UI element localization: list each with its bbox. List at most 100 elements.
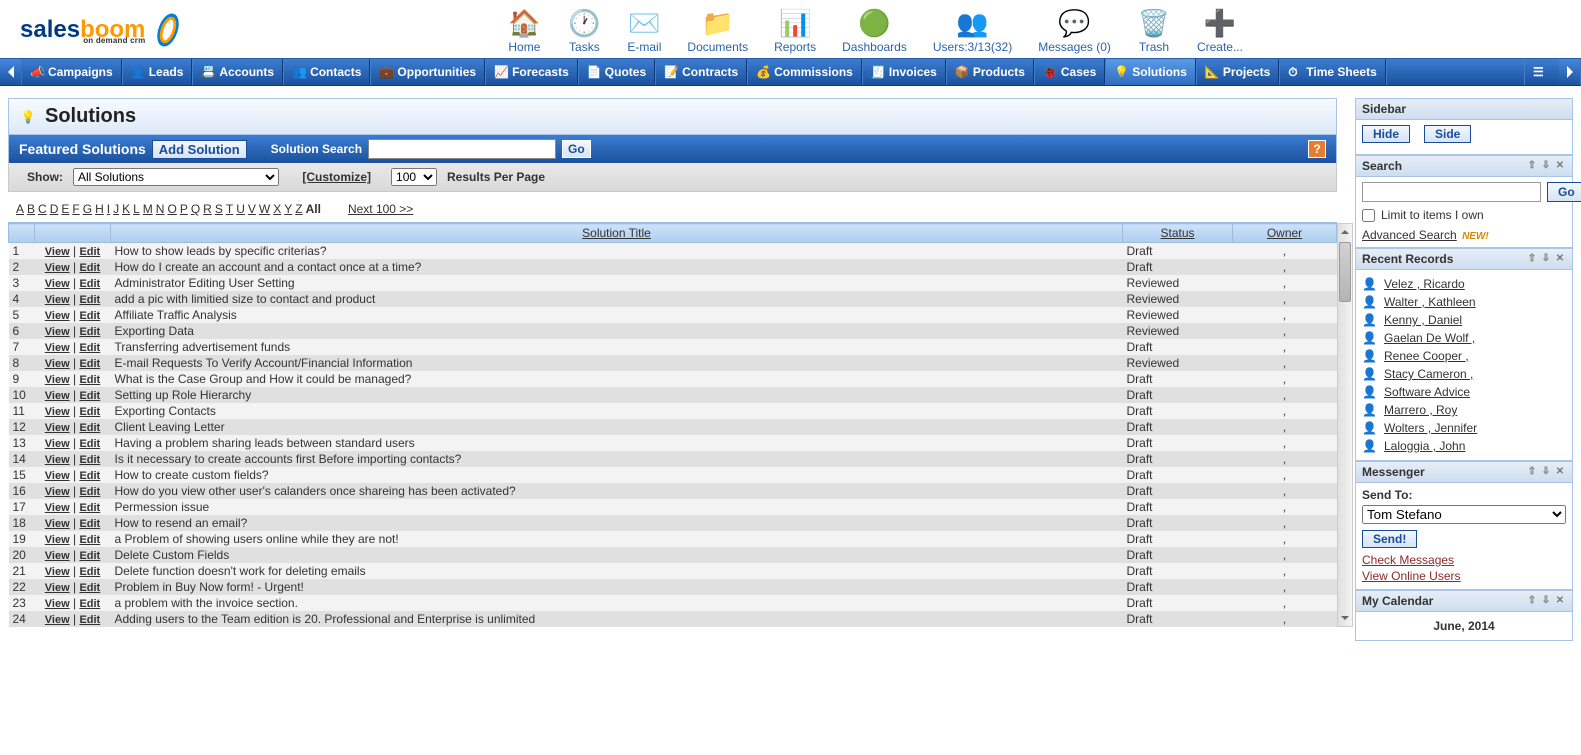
alpha-o[interactable]: O xyxy=(167,202,176,216)
alpha-all[interactable]: All xyxy=(306,202,321,216)
close-icon[interactable]: ✕ xyxy=(1554,466,1566,478)
nav-item-commissions[interactable]: 💰Commissions xyxy=(747,59,862,85)
recent-record-item[interactable]: 👤Velez , Ricardo xyxy=(1362,275,1566,293)
next-100-link[interactable]: Next 100 >> xyxy=(348,202,413,216)
top-icon-dashboards[interactable]: 🟢Dashboards xyxy=(842,6,907,54)
top-icon-create-[interactable]: ➕Create... xyxy=(1197,6,1243,54)
row-title[interactable]: add a pic with limitied size to contact … xyxy=(111,291,1123,307)
view-link[interactable]: View xyxy=(45,278,70,290)
alpha-t[interactable]: T xyxy=(226,202,233,216)
row-title[interactable]: Administrator Editing User Setting xyxy=(111,275,1123,291)
recent-record-item[interactable]: 👤Kenny , Daniel xyxy=(1362,311,1566,329)
view-link[interactable]: View xyxy=(45,374,70,386)
view-link[interactable]: View xyxy=(45,422,70,434)
view-link[interactable]: View xyxy=(45,326,70,338)
close-icon[interactable]: ✕ xyxy=(1554,595,1566,607)
view-link[interactable]: View xyxy=(45,342,70,354)
alpha-w[interactable]: W xyxy=(259,202,270,216)
nav-item-solutions[interactable]: 💡Solutions xyxy=(1105,59,1196,85)
view-link[interactable]: View xyxy=(45,358,70,370)
edit-link[interactable]: Edit xyxy=(79,566,100,578)
edit-link[interactable]: Edit xyxy=(79,614,100,626)
top-icon-messages-[interactable]: 💬Messages (0) xyxy=(1038,6,1111,54)
alpha-i[interactable]: I xyxy=(107,202,110,216)
send-button[interactable]: Send! xyxy=(1362,530,1417,548)
alpha-n[interactable]: N xyxy=(156,202,165,216)
customize-link[interactable]: [Customize] xyxy=(302,170,371,184)
scroll-thumb[interactable] xyxy=(1339,242,1351,302)
limit-own-checkbox[interactable] xyxy=(1362,209,1375,222)
edit-link[interactable]: Edit xyxy=(79,422,100,434)
view-link[interactable]: View xyxy=(45,262,70,274)
nav-item-campaigns[interactable]: 📣Campaigns xyxy=(22,59,122,85)
row-title[interactable]: How to show leads by specific criterias? xyxy=(111,243,1123,260)
nav-item-opportunities[interactable]: 💼Opportunities xyxy=(370,59,485,85)
edit-link[interactable]: Edit xyxy=(79,278,100,290)
edit-link[interactable]: Edit xyxy=(79,310,100,322)
view-link[interactable]: View xyxy=(45,518,70,530)
recent-record-item[interactable]: 👤Wolters , Jennifer xyxy=(1362,419,1566,437)
recent-record-item[interactable]: 👤Walter , Kathleen xyxy=(1362,293,1566,311)
nav-item-forecasts[interactable]: 📈Forecasts xyxy=(485,59,578,85)
edit-link[interactable]: Edit xyxy=(79,486,100,498)
logo[interactable]: salesboom on demand crm xyxy=(20,11,187,49)
scroll-down-icon[interactable] xyxy=(1338,610,1352,626)
sidebar-search-input[interactable] xyxy=(1362,182,1541,202)
hide-sidebar-button[interactable]: Hide xyxy=(1362,125,1410,143)
nav-more[interactable]: ☰ xyxy=(1524,59,1559,85)
nav-item-products[interactable]: 📦Products xyxy=(946,59,1034,85)
edit-link[interactable]: Edit xyxy=(79,438,100,450)
top-icon-trash[interactable]: 🗑️Trash xyxy=(1137,6,1171,54)
nav-item-invoices[interactable]: 🧾Invoices xyxy=(862,59,946,85)
expand-icon[interactable]: ⇩ xyxy=(1540,466,1552,478)
view-link[interactable]: View xyxy=(45,566,70,578)
top-icon-home[interactable]: 🏠Home xyxy=(507,6,541,54)
solution-search-go-button[interactable]: Go xyxy=(562,140,591,158)
edit-link[interactable]: Edit xyxy=(79,534,100,546)
edit-link[interactable]: Edit xyxy=(79,518,100,530)
collapse-icon[interactable]: ⇧ xyxy=(1526,160,1538,172)
top-icon-documents[interactable]: 📁Documents xyxy=(687,6,748,54)
alpha-p[interactable]: P xyxy=(180,202,188,216)
row-title[interactable]: How to create custom fields? xyxy=(111,467,1123,483)
recent-record-link[interactable]: Gaelan De Wolf , xyxy=(1384,331,1475,345)
row-title[interactable]: a Problem of showing users online while … xyxy=(111,531,1123,547)
view-link[interactable]: View xyxy=(45,310,70,322)
top-icon-tasks[interactable]: 🕐Tasks xyxy=(567,6,601,54)
solution-search-input[interactable] xyxy=(368,139,556,159)
row-title[interactable]: What is the Case Group and How it could … xyxy=(111,371,1123,387)
send-to-select[interactable]: Tom Stefano xyxy=(1362,505,1566,524)
alpha-g[interactable]: G xyxy=(83,202,92,216)
top-icon-e-mail[interactable]: ✉️E-mail xyxy=(627,6,661,54)
recent-record-item[interactable]: 👤Software Advice xyxy=(1362,383,1566,401)
scroll-up-icon[interactable] xyxy=(1338,224,1352,240)
edit-link[interactable]: Edit xyxy=(79,406,100,418)
row-title[interactable]: Setting up Role Hierarchy xyxy=(111,387,1123,403)
alpha-a[interactable]: A xyxy=(16,202,24,216)
recent-record-link[interactable]: Marrero , Roy xyxy=(1384,403,1457,417)
row-title[interactable]: Adding users to the Team edition is 20. … xyxy=(111,611,1123,627)
edit-link[interactable]: Edit xyxy=(79,550,100,562)
row-title[interactable]: E-mail Requests To Verify Account/Financ… xyxy=(111,355,1123,371)
recent-record-link[interactable]: Laloggia , John xyxy=(1384,439,1465,453)
results-per-page-select[interactable]: 100 xyxy=(391,168,437,186)
side-button[interactable]: Side xyxy=(1424,125,1471,143)
collapse-icon[interactable]: ⇧ xyxy=(1526,253,1538,265)
col-header-owner[interactable]: Owner xyxy=(1233,224,1337,243)
view-link[interactable]: View xyxy=(45,598,70,610)
recent-record-link[interactable]: Wolters , Jennifer xyxy=(1384,421,1477,435)
top-icon-users-[interactable]: 👥Users:3/13(32) xyxy=(933,6,1012,54)
nav-item-cases[interactable]: 🐞Cases xyxy=(1034,59,1105,85)
edit-link[interactable]: Edit xyxy=(79,390,100,402)
alpha-v[interactable]: V xyxy=(248,202,256,216)
edit-link[interactable]: Edit xyxy=(79,502,100,514)
top-icon-reports[interactable]: 📊Reports xyxy=(774,6,816,54)
recent-record-link[interactable]: Kenny , Daniel xyxy=(1384,313,1462,327)
expand-icon[interactable]: ⇩ xyxy=(1540,595,1552,607)
alpha-d[interactable]: D xyxy=(50,202,59,216)
alpha-f[interactable]: F xyxy=(72,202,79,216)
add-solution-button[interactable]: Add Solution xyxy=(152,140,247,159)
edit-link[interactable]: Edit xyxy=(79,262,100,274)
alpha-x[interactable]: X xyxy=(273,202,281,216)
edit-link[interactable]: Edit xyxy=(79,294,100,306)
